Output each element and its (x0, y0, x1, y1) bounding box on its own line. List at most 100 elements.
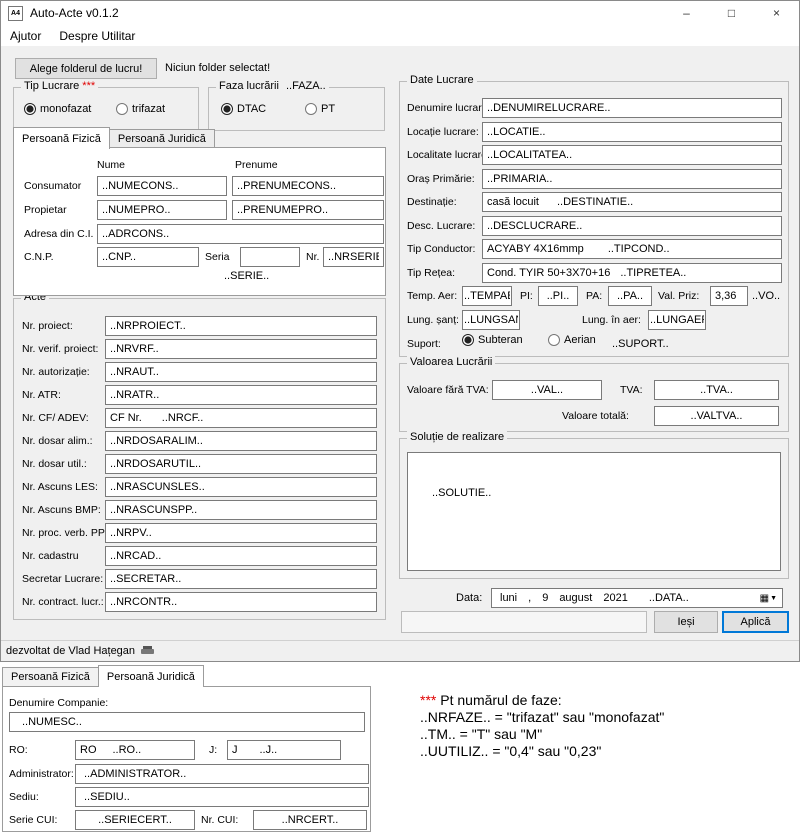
cnp-input[interactable] (97, 247, 199, 267)
cf-prefix: CF Nr. (110, 412, 142, 424)
nr-cf-adev-input[interactable]: CF Nr. ..NRCF.. (105, 408, 377, 428)
consumator-nume-input[interactable] (97, 176, 227, 196)
menubar: Ajutor Despre Utilitar (1, 25, 799, 46)
radio-dtac[interactable]: DTAC (221, 103, 266, 115)
temp-aer-input[interactable] (462, 286, 512, 306)
adresa-input[interactable] (97, 224, 384, 244)
radio-trifazat-input[interactable] (116, 103, 128, 115)
localitate-lucrare-input[interactable] (482, 145, 782, 165)
nr-dosar-util-input[interactable] (105, 454, 377, 474)
seria-label: Seria (205, 251, 230, 263)
nr-dosar-alim-input[interactable] (105, 431, 377, 451)
destinatie-label: Destinație: (407, 196, 457, 208)
pi-input[interactable] (538, 286, 578, 306)
close-icon[interactable]: × (754, 1, 799, 25)
tip-conductor-input[interactable]: ACYABY 4X16mmp ..TIPCOND.. (482, 239, 782, 259)
lung-sant-input[interactable] (462, 310, 520, 330)
nr-atr-input[interactable] (105, 385, 377, 405)
secretar-lucrare-input[interactable] (105, 569, 377, 589)
tip-lucrare-title-text: Tip Lucrare (24, 80, 79, 92)
lung-aer-input[interactable] (648, 310, 706, 330)
choose-folder-button[interactable]: Alege folderul de lucru! (15, 58, 157, 79)
administrator-input[interactable] (75, 764, 369, 784)
seria-input[interactable] (240, 247, 300, 267)
cf-placeholder: ..NRCF.. (162, 412, 204, 424)
calendar-icon: ▦ (760, 593, 769, 604)
locatie-lucrare-input[interactable] (482, 122, 782, 142)
date-month: august (559, 592, 592, 604)
destinatie-input[interactable]: casă locuit ..DESTINATIE.. (482, 192, 782, 212)
calendar-dropdown-button[interactable]: ▦ ▼ (757, 589, 780, 607)
nr-verif-proiect-input[interactable] (105, 339, 377, 359)
iesi-button[interactable]: Ieși (654, 611, 718, 633)
ro-input[interactable]: RO ..RO.. (75, 740, 195, 760)
propietar-nume-input[interactable] (97, 200, 227, 220)
date-day: 9 (542, 592, 548, 604)
valoare-totala-label: Valoare totală: (562, 410, 629, 422)
nr-label: Nr. (306, 251, 319, 263)
nr-proc-verb-pp-label: Nr. proc. verb. PP: (22, 527, 108, 539)
valoare-totala-input[interactable] (654, 406, 779, 426)
tip-lucrare-group: Tip Lucrare *** monofazat trifazat (13, 87, 199, 131)
numesc-input[interactable] (9, 712, 365, 732)
nr-autorizatie-input[interactable] (105, 362, 377, 382)
suport-label: Suport: (407, 338, 441, 350)
sediu-input[interactable] (75, 787, 369, 807)
nr-proc-verb-pp-input[interactable] (105, 523, 377, 543)
j-input[interactable]: J ..J.. (227, 740, 341, 760)
tva-input[interactable] (654, 380, 779, 400)
oras-primarie-input[interactable] (482, 169, 782, 189)
denumire-companie-label: Denumire Companie: (9, 697, 108, 709)
minimize-icon[interactable]: – (664, 1, 709, 25)
date-separator: , (528, 592, 531, 604)
desc-lucrare-input[interactable] (482, 216, 782, 236)
seriecert-input[interactable] (75, 810, 195, 830)
radio-pt[interactable]: PT (305, 103, 335, 115)
date-year: 2021 (603, 592, 627, 604)
notes-line-3: ..UUTILIZ.. = "0,4" sau "0,23" (420, 743, 664, 760)
person-tabstrip-top: Persoană Fizică Persoană Juridică (13, 127, 215, 148)
tip-conductor-placeholder: ..TIPCOND.. (608, 243, 670, 255)
solutie-textarea[interactable]: ..SOLUTIE.. (407, 452, 781, 571)
nr-contract-lucr-input[interactable] (105, 592, 377, 612)
nr-ascuns-bmp-input[interactable] (105, 500, 377, 520)
radio-dtac-input[interactable] (221, 103, 233, 115)
tab-persoana-juridica[interactable]: Persoană Juridică (109, 129, 215, 148)
localitate-lucrare-label: Localitate lucrare: (407, 149, 490, 161)
maximize-icon[interactable]: □ (709, 1, 754, 25)
radio-pt-input[interactable] (305, 103, 317, 115)
radio-subteran-input[interactable] (462, 334, 474, 346)
nr-cadastru-input[interactable] (105, 546, 377, 566)
radio-aerian-input[interactable] (548, 334, 560, 346)
tab-persoana-juridica-bottom[interactable]: Persoană Juridică (98, 665, 204, 687)
radio-aerian[interactable]: Aerian (548, 334, 596, 346)
serie-cui-label: Serie CUI: (9, 814, 57, 826)
consumator-prenume-input[interactable] (232, 176, 384, 196)
denumire-lucrare-input[interactable] (482, 98, 782, 118)
nr-proiect-input[interactable] (105, 316, 377, 336)
tab-persoana-fizica-bottom[interactable]: Persoană Fizică (2, 667, 99, 686)
propietar-label: Propietar (24, 204, 67, 216)
date-lucrare-group: Date Lucrare Denumire lucrare: Locație l… (399, 81, 789, 357)
radio-monofazat[interactable]: monofazat (24, 103, 91, 115)
menu-despre-utilitar[interactable]: Despre Utilitar (50, 27, 144, 45)
j-prefix: J (232, 744, 238, 756)
pa-input[interactable] (608, 286, 652, 306)
date-picker[interactable]: luni , 9 august 2021 ..DATA.. ▦ ▼ (491, 588, 783, 608)
valoare-fara-tva-input[interactable] (492, 380, 602, 400)
nr-proiect-label: Nr. proiect: (22, 320, 73, 332)
menu-ajutor[interactable]: Ajutor (1, 27, 50, 45)
propietar-prenume-input[interactable] (232, 200, 384, 220)
radio-subteran[interactable]: Subteran (462, 334, 523, 346)
radio-monofazat-input[interactable] (24, 103, 36, 115)
nr-ascuns-les-input[interactable] (105, 477, 377, 497)
tip-retea-input[interactable]: Cond. TYIR 50+3X70+16 ..TIPRETEA.. (482, 263, 782, 283)
nrserie-input[interactable] (323, 247, 384, 267)
nrcert-input[interactable] (253, 810, 367, 830)
ro-label: RO: (9, 744, 28, 756)
aplica-button[interactable]: Aplică (722, 611, 789, 633)
val-priz-input[interactable] (710, 286, 748, 306)
tab-persoana-fizica[interactable]: Persoană Fizică (13, 127, 110, 149)
radio-trifazat[interactable]: trifazat (116, 103, 165, 115)
statusbar: dezvoltat de Vlad Hațegan (1, 640, 799, 661)
